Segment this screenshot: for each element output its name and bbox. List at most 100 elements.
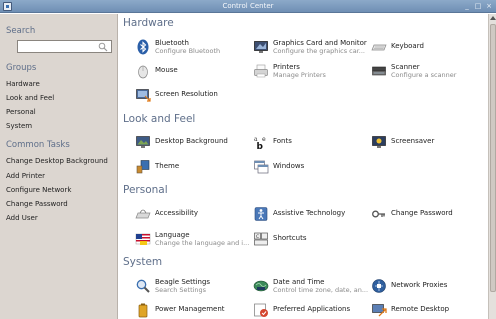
item-title: Change Password bbox=[391, 209, 453, 217]
item-keyboard[interactable]: Keyboard bbox=[371, 38, 481, 60]
item-preferred-applications[interactable]: Preferred Applications bbox=[253, 301, 365, 319]
svg-text:b: b bbox=[257, 142, 264, 150]
item-shortcuts[interactable]: C Shortcuts bbox=[253, 230, 365, 252]
item-title: Keyboard bbox=[391, 42, 424, 50]
scroll-up-arrow-icon[interactable] bbox=[490, 16, 496, 20]
scrollbar-thumb[interactable] bbox=[490, 24, 496, 292]
item-title: Desktop Background bbox=[155, 137, 228, 145]
bluetooth-icon bbox=[137, 39, 149, 55]
item-title: Printers bbox=[273, 63, 300, 71]
window-controls: _ □ × bbox=[463, 1, 493, 11]
date-time-icon bbox=[253, 280, 269, 292]
item-title: Beagle Settings bbox=[155, 278, 211, 286]
item-subtitle: Control time zone, date, an... bbox=[273, 286, 369, 294]
item-title: Language bbox=[155, 231, 190, 239]
item-subtitle: Manage Printers bbox=[273, 71, 326, 79]
item-screensaver[interactable]: Screensaver bbox=[371, 133, 481, 155]
sidebar-group-look-and-feel[interactable]: Look and Feel bbox=[6, 94, 54, 102]
groups-heading: Groups bbox=[6, 63, 37, 73]
item-mouse[interactable]: Mouse bbox=[135, 62, 245, 84]
item-change-password[interactable]: Change Password bbox=[371, 205, 481, 227]
section-title-hardware: Hardware bbox=[123, 17, 174, 29]
item-title: Network Proxies bbox=[391, 281, 448, 289]
item-subtitle: Configure the graphics car... bbox=[273, 47, 365, 55]
task-configure-network[interactable]: Configure Network bbox=[6, 186, 71, 194]
item-title: Power Management bbox=[155, 305, 225, 313]
remote-desktop-icon bbox=[372, 304, 387, 317]
scanner-icon bbox=[372, 66, 386, 76]
item-subtitle: Change the language and i... bbox=[155, 239, 250, 247]
preferred-applications-icon bbox=[254, 303, 268, 317]
item-title: Screensaver bbox=[391, 137, 435, 145]
item-beagle-settings[interactable]: Beagle Settings Search Settings bbox=[135, 277, 245, 299]
common-tasks-heading: Common Tasks bbox=[6, 140, 70, 150]
item-fonts[interactable]: a e b Fonts bbox=[253, 133, 365, 155]
beagle-search-icon bbox=[136, 279, 150, 293]
sidebar-group-hardware[interactable]: Hardware bbox=[6, 80, 40, 88]
item-windows[interactable]: Windows bbox=[253, 158, 365, 180]
window-title: Control Center bbox=[222, 2, 274, 10]
section-title-look-and-feel: Look and Feel bbox=[123, 113, 196, 125]
minimize-button[interactable]: _ bbox=[463, 1, 471, 11]
windows-icon bbox=[254, 160, 269, 174]
task-change-password[interactable]: Change Password bbox=[6, 200, 68, 208]
item-accessibility[interactable]: Accessibility bbox=[135, 205, 245, 227]
control-center-main: Hardware Bluetooth Configure Bluetooth G… bbox=[119, 14, 488, 319]
item-title: Preferred Applications bbox=[273, 305, 351, 313]
item-subtitle: Configure Bluetooth bbox=[155, 47, 221, 55]
password-key-icon bbox=[372, 210, 385, 218]
item-language[interactable]: Language Change the language and i... bbox=[135, 230, 249, 252]
shortcuts-icon: C bbox=[254, 232, 268, 246]
item-assistive-technology[interactable]: Assistive Technology bbox=[253, 205, 365, 227]
item-title: Scanner bbox=[391, 63, 420, 71]
task-add-printer[interactable]: Add Printer bbox=[6, 172, 45, 180]
item-title: Graphics Card and Monitor bbox=[273, 39, 367, 47]
screensaver-icon bbox=[372, 136, 386, 148]
mouse-icon bbox=[138, 65, 148, 79]
task-change-desktop-background[interactable]: Change Desktop Background bbox=[6, 157, 108, 165]
item-network-proxies[interactable]: Network Proxies bbox=[371, 277, 481, 299]
keyboard-icon bbox=[371, 44, 387, 51]
item-graphics-card-and-monitor[interactable]: Graphics Card and Monitor Configure the … bbox=[253, 38, 367, 60]
search-input[interactable] bbox=[19, 42, 97, 51]
item-title: Bluetooth bbox=[155, 39, 189, 47]
printer-icon bbox=[254, 64, 268, 78]
sidebar-group-system[interactable]: System bbox=[6, 122, 32, 130]
item-title: Date and Time bbox=[273, 278, 325, 286]
item-theme[interactable]: Theme bbox=[135, 158, 245, 180]
close-button[interactable]: × bbox=[485, 1, 493, 11]
screen-resolution-icon bbox=[136, 89, 151, 102]
sidebar: Search Groups Hardware Look and Feel Per… bbox=[0, 14, 118, 319]
item-scanner[interactable]: Scanner Configure a scanner bbox=[371, 62, 481, 84]
item-title: Fonts bbox=[273, 137, 292, 145]
item-title: Windows bbox=[273, 162, 305, 170]
assistive-technology-icon bbox=[254, 207, 268, 221]
item-date-and-time[interactable]: Date and Time Control time zone, date, a… bbox=[253, 277, 369, 299]
vertical-scrollbar[interactable] bbox=[488, 14, 496, 319]
task-add-user[interactable]: Add User bbox=[6, 214, 38, 222]
search-box[interactable] bbox=[17, 40, 112, 53]
item-screen-resolution[interactable]: Screen Resolution bbox=[135, 86, 245, 108]
maximize-button[interactable]: □ bbox=[474, 1, 482, 11]
monitor-icon bbox=[254, 41, 268, 53]
title-bar: Control Center _ □ × bbox=[0, 0, 496, 13]
item-bluetooth[interactable]: Bluetooth Configure Bluetooth bbox=[135, 38, 245, 60]
desktop-background-icon bbox=[136, 136, 150, 148]
sidebar-group-personal[interactable]: Personal bbox=[6, 108, 36, 116]
item-subtitle: Configure a scanner bbox=[391, 71, 457, 79]
svg-text:C: C bbox=[256, 234, 259, 240]
fonts-icon: a e b bbox=[254, 136, 266, 150]
search-heading: Search bbox=[6, 26, 36, 36]
power-management-icon bbox=[138, 303, 148, 318]
item-title: Theme bbox=[155, 162, 180, 170]
item-title: Mouse bbox=[155, 66, 178, 74]
item-title: Remote Desktop bbox=[391, 305, 450, 313]
accessibility-icon bbox=[135, 209, 151, 219]
item-remote-desktop[interactable]: Remote Desktop bbox=[371, 301, 481, 319]
item-title: Assistive Technology bbox=[273, 209, 346, 217]
search-icon[interactable] bbox=[98, 42, 108, 52]
item-title: Screen Resolution bbox=[155, 90, 218, 98]
item-power-management[interactable]: Power Management bbox=[135, 301, 245, 319]
item-printers[interactable]: Printers Manage Printers bbox=[253, 62, 365, 84]
item-desktop-background[interactable]: Desktop Background bbox=[135, 133, 245, 155]
